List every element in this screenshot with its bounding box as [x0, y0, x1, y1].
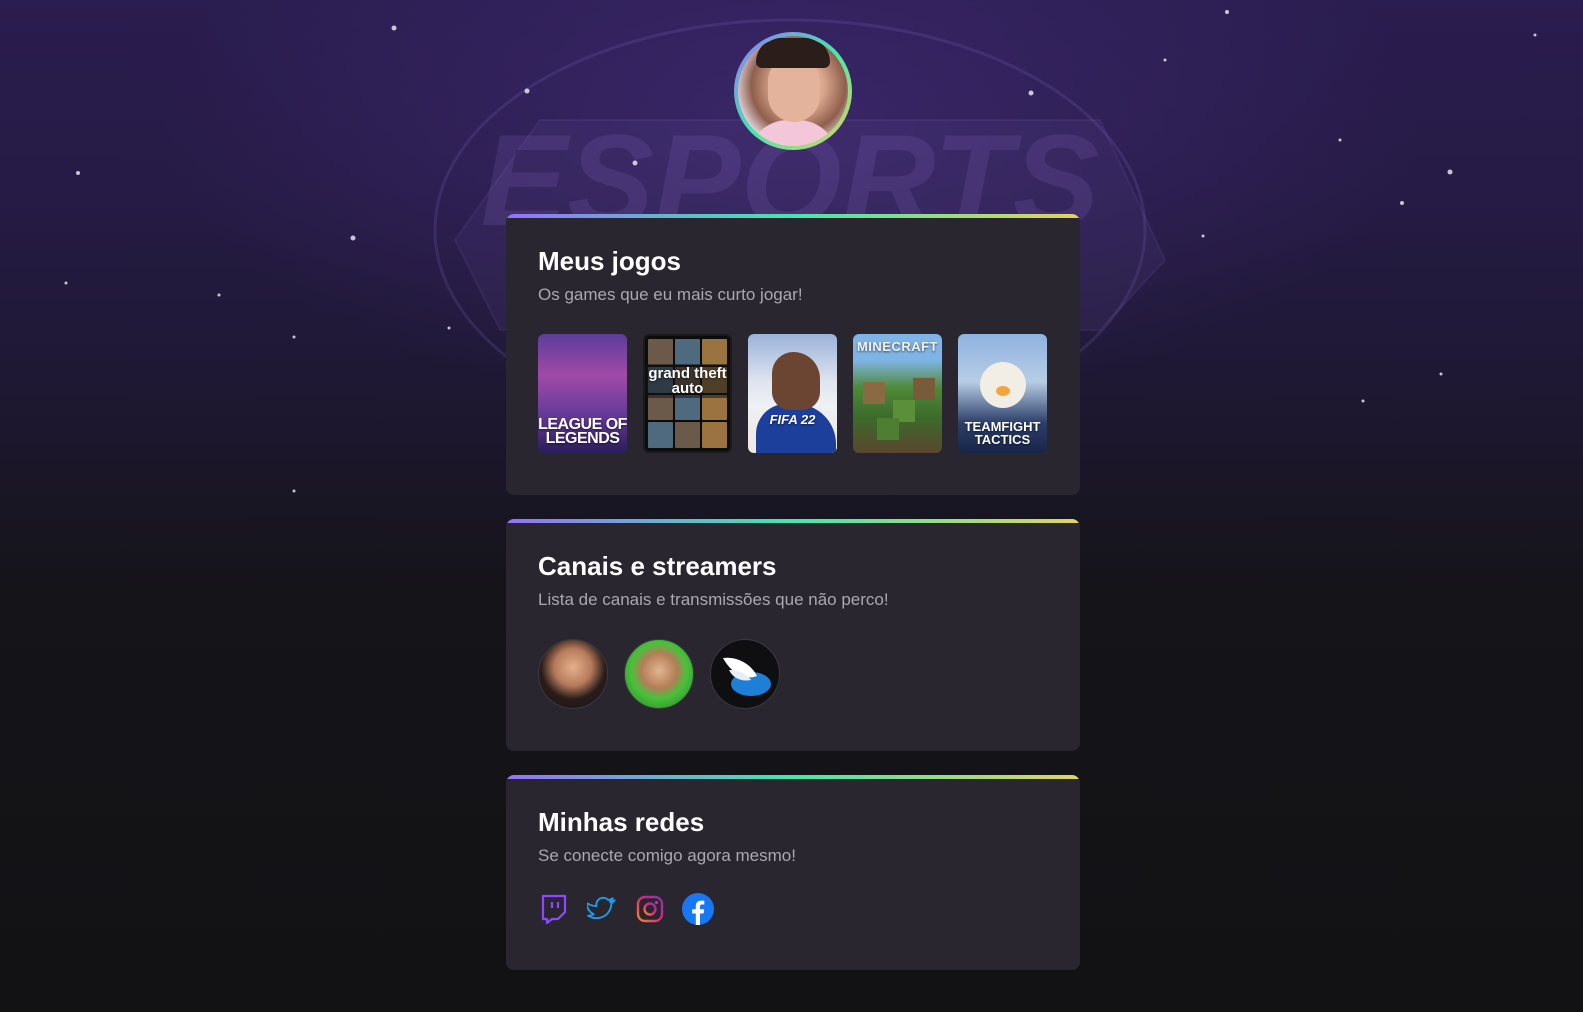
games-title: Meus jogos [538, 246, 682, 276]
games-card: Meus jogos Os games que eu mais curto jo… [506, 214, 1080, 495]
game-league-of-legends[interactable]: LEAGUE OF LEGENDS [538, 334, 627, 453]
profile-avatar [734, 32, 852, 150]
streamers-subtitle: Lista de canais e transmissões que não p… [538, 590, 889, 609]
game-cover-text: TEAMFIGHT TACTICS [964, 419, 1041, 447]
game-cover-text: grand theft auto [645, 364, 730, 398]
twitch-icon[interactable] [538, 893, 570, 925]
streamer-avatar-3[interactable] [710, 639, 780, 709]
streamers-list [538, 639, 1048, 709]
social-card: Minhas redes Se conecte comigo agora mes… [506, 775, 1080, 970]
games-subtitle: Os games que eu mais curto jogar! [538, 285, 803, 304]
streamers-card: Canais e streamers Lista de canais e tra… [506, 519, 1080, 751]
winged-logo-icon [723, 657, 771, 696]
social-title: Minhas redes [538, 807, 705, 837]
streamers-title: Canais e streamers [538, 551, 777, 581]
social-links [538, 893, 1048, 925]
game-teamfight-tactics[interactable]: TEAMFIGHT TACTICS [958, 334, 1047, 453]
game-cover-text: FIFA 22 [769, 412, 816, 427]
instagram-icon[interactable] [634, 893, 666, 925]
streamer-avatar-2[interactable] [624, 639, 694, 709]
profile-photo [738, 36, 848, 146]
social-subtitle: Se conecte comigo agora mesmo! [538, 846, 796, 865]
twitter-icon[interactable] [586, 893, 618, 925]
games-list: LEAGUE OF LEGENDS grand theft auto FIFA … [538, 334, 1048, 453]
game-fifa-22[interactable]: FIFA 22 [748, 334, 837, 453]
facebook-icon[interactable] [682, 893, 714, 925]
game-cover-text: LEAGUE OF LEGENDS [538, 416, 627, 447]
game-cover-text: MINECRAFT [856, 339, 939, 354]
game-minecraft[interactable]: MINECRAFT [853, 334, 942, 453]
streamer-avatar-1[interactable] [538, 639, 608, 709]
game-gta-v[interactable]: grand theft auto [643, 334, 732, 453]
